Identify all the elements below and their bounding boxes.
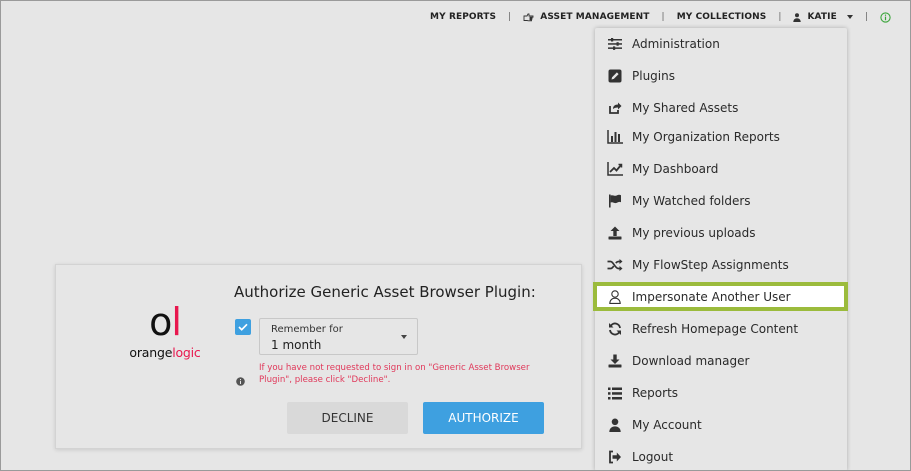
menu-item-label: Impersonate Another User <box>632 289 791 304</box>
menu-item-label: My Shared Assets <box>632 101 739 115</box>
logout-icon <box>607 449 623 465</box>
menu-item-label: Logout <box>632 450 674 464</box>
menu-item-label: Reports <box>632 386 679 400</box>
menu-item-label: My FlowStep Assignments <box>632 258 789 272</box>
logo-word-orange: orange <box>129 345 173 360</box>
authorize-button[interactable]: AUTHORIZE <box>423 402 544 434</box>
menu-item-label: My Account <box>632 418 702 432</box>
logo-mark-l: l <box>171 300 182 344</box>
menu-item-my-organization-reports[interactable]: My Organization Reports <box>595 124 847 150</box>
menu-item-my-previous-uploads[interactable]: My previous uploads <box>595 220 847 246</box>
menu-item-administration[interactable]: Administration <box>595 31 847 57</box>
check-icon <box>238 323 248 331</box>
download-icon <box>607 353 623 369</box>
hand-point-icon <box>523 13 534 22</box>
nav-separator: | <box>864 12 868 22</box>
menu-item-label: My Organization Reports <box>632 130 780 144</box>
flag-icon <box>607 193 623 209</box>
menu-item-my-shared-assets[interactable]: My Shared Assets <box>595 95 847 121</box>
orangelogic-logo: ol orangelogic <box>124 303 206 360</box>
upload-icon <box>607 225 623 241</box>
top-navigation: MY REPORTS | ASSET MANAGEMENT | MY COLLE… <box>430 10 891 24</box>
my-reports-link[interactable]: MY REPORTS <box>430 12 496 22</box>
menu-item-label: Administration <box>632 37 720 51</box>
menu-item-download-manager[interactable]: Download manager <box>595 348 847 374</box>
menu-item-plugins[interactable]: Plugins <box>595 63 847 89</box>
sliders-icon <box>607 36 623 52</box>
menu-item-label: Plugins <box>632 69 675 83</box>
list-icon <box>607 385 623 401</box>
logo-mark-o: o <box>149 300 172 344</box>
user-icon <box>607 417 623 433</box>
asset-management-label: ASSET MANAGEMENT <box>540 12 650 22</box>
menu-item-my-account[interactable]: My Account <box>595 412 847 438</box>
chevron-down-icon <box>846 15 853 19</box>
status-indicator[interactable] <box>880 11 891 23</box>
logo-word-logic: logic <box>172 345 201 360</box>
bar-chart-icon <box>607 129 623 145</box>
user-name: KATIE <box>807 12 837 22</box>
share-icon <box>607 100 623 116</box>
remember-checkbox[interactable] <box>235 319 251 335</box>
chevron-down-icon <box>401 335 407 339</box>
authorize-plugin-dialog: ol orangelogic Authorize Generic Asset B… <box>55 264 582 449</box>
menu-item-refresh-homepage-content[interactable]: Refresh Homepage Content <box>595 316 847 342</box>
menu-item-label: Refresh Homepage Content <box>632 322 799 336</box>
menu-item-my-dashboard[interactable]: My Dashboard <box>595 156 847 182</box>
user-outline-icon <box>607 289 623 305</box>
logo-wordmark: orangelogic <box>124 345 206 360</box>
my-collections-link[interactable]: MY COLLECTIONS <box>677 12 767 22</box>
shuffle-icon <box>607 257 623 273</box>
menu-item-label: My Watched folders <box>632 194 751 208</box>
logo-mark: ol <box>124 303 206 341</box>
my-reports-label: MY REPORTS <box>430 12 497 22</box>
user-icon <box>793 12 802 22</box>
menu-item-my-watched-folders[interactable]: My Watched folders <box>595 188 847 214</box>
remember-value: 1 month <box>271 338 322 352</box>
nav-separator: | <box>661 12 665 22</box>
menu-item-label: My previous uploads <box>632 226 756 240</box>
pencil-icon <box>607 68 623 84</box>
menu-item-label: My Dashboard <box>632 162 719 176</box>
my-collections-label: MY COLLECTIONS <box>676 12 767 22</box>
nav-separator: | <box>508 12 512 22</box>
menu-item-label: Download manager <box>632 354 750 368</box>
remember-label: Remember for <box>271 324 343 335</box>
decline-button[interactable]: DECLINE <box>287 402 408 434</box>
dialog-title: Authorize Generic Asset Browser Plugin: <box>234 283 536 301</box>
menu-item-my-flowstep-assignments[interactable]: My FlowStep Assignments <box>595 252 847 278</box>
asset-management-link[interactable]: ASSET MANAGEMENT <box>523 12 649 22</box>
nav-separator: | <box>778 12 782 22</box>
user-dropdown-menu: Administration Plugins My Shared Assets … <box>593 28 848 471</box>
decline-warning-text: If you have not requested to sign in on … <box>259 363 530 385</box>
line-chart-icon <box>607 161 623 177</box>
remember-duration-select[interactable]: Remember for 1 month <box>259 318 418 355</box>
refresh-icon <box>607 321 623 337</box>
info-icon <box>236 371 245 390</box>
info-circle-icon <box>880 11 891 23</box>
menu-item-impersonate-another-user[interactable]: Impersonate Another User <box>593 282 848 311</box>
user-menu-toggle[interactable]: KATIE <box>793 12 853 22</box>
menu-item-reports[interactable]: Reports <box>595 380 847 406</box>
menu-item-logout[interactable]: Logout <box>595 444 847 470</box>
